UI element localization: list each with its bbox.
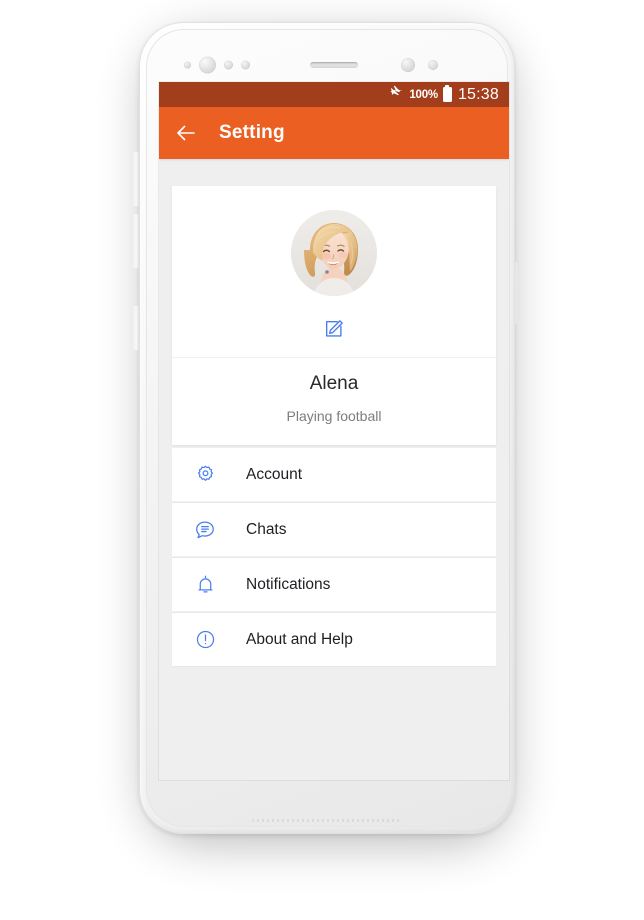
- settings-item-label: Notifications: [246, 575, 331, 593]
- settings-item-chats[interactable]: Chats: [172, 503, 496, 557]
- gear-icon: [188, 464, 222, 485]
- light-sensor-icon: [241, 60, 250, 70]
- settings-item-notifications[interactable]: Notifications: [172, 558, 496, 612]
- phone-frame: 100% 15:38 Setting Alena Playing footbal…: [139, 22, 515, 834]
- profile-status: Playing football: [286, 408, 382, 424]
- settings-item-about-and-help[interactable]: About and Help: [172, 613, 496, 666]
- avatar[interactable]: [291, 210, 377, 296]
- chat-bubble-icon: [188, 519, 222, 541]
- settings-item-label: Account: [246, 465, 303, 483]
- profile-card: Alena Playing football: [172, 186, 496, 445]
- phone-sensor-row: [162, 55, 506, 75]
- bottom-speaker-grille: [252, 819, 402, 822]
- phone-screen: 100% 15:38 Setting Alena Playing footbal…: [159, 82, 509, 780]
- page-title: Setting: [219, 122, 285, 143]
- profile-block: [172, 186, 496, 357]
- settings-item-label: About and Help: [246, 630, 353, 648]
- status-bar: 100% 15:38: [159, 82, 509, 107]
- battery-full-icon: [442, 87, 452, 102]
- screen-content: Alena Playing football Account Chats Not…: [159, 159, 509, 666]
- edit-pencil-icon[interactable]: [322, 317, 346, 341]
- airplane-mode-icon: [389, 85, 404, 105]
- front-camera-icon: [199, 56, 216, 74]
- info-exclamation-icon: [188, 629, 222, 650]
- battery-percent-label: 100%: [409, 88, 438, 101]
- bell-icon: [188, 574, 222, 595]
- arrow-left-icon[interactable]: [173, 120, 199, 146]
- settings-item-label: Chats: [246, 520, 287, 538]
- earpiece-speaker: [310, 62, 358, 68]
- proximity-sensor-icon: [184, 61, 191, 69]
- clock-label: 15:38: [457, 85, 499, 103]
- settings-item-account[interactable]: Account: [172, 448, 496, 502]
- led-indicator-icon: [428, 60, 438, 70]
- settings-list: Account Chats Notifications About and He…: [172, 448, 496, 666]
- iris-sensor-icon: [224, 60, 233, 70]
- secondary-sensor-icon: [401, 58, 415, 72]
- app-bar: Setting: [159, 107, 509, 159]
- profile-name: Alena: [172, 357, 496, 408]
- phone-bezel: 100% 15:38 Setting Alena Playing footbal…: [146, 29, 509, 827]
- screenshot-stage: 100% 15:38 Setting Alena Playing footbal…: [0, 0, 644, 920]
